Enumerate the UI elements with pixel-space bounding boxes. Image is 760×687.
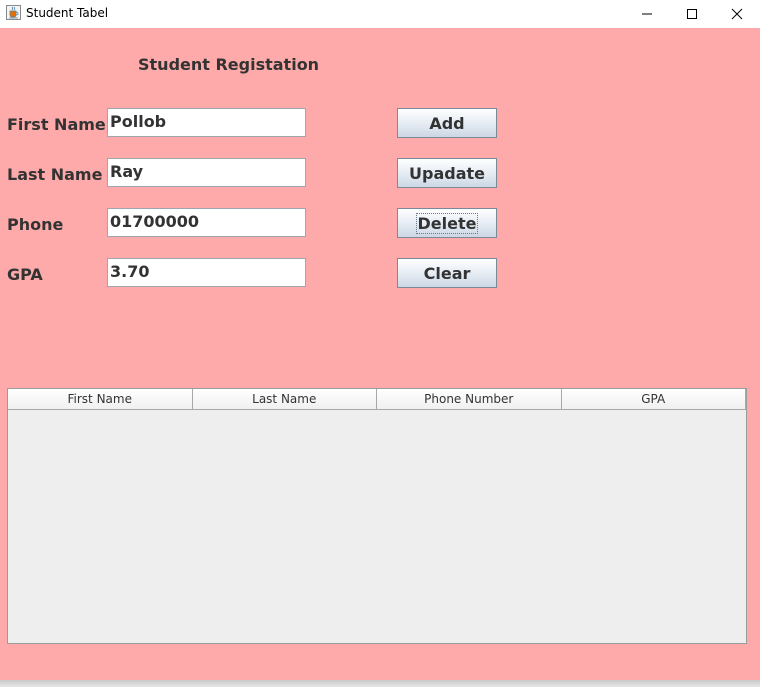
close-button[interactable] xyxy=(714,0,760,28)
window-bottom-edge xyxy=(0,680,760,687)
clear-button[interactable]: Clear xyxy=(397,258,497,288)
maximize-button[interactable] xyxy=(669,0,715,28)
title-bar[interactable]: Student Tabel xyxy=(0,0,760,28)
update-button-label: Upadate xyxy=(409,163,485,183)
student-table[interactable]: First Name Last Name Phone Number GPA xyxy=(7,388,747,644)
first-name-field[interactable]: Pollob xyxy=(107,108,306,137)
window-title: Student Tabel xyxy=(26,6,109,20)
column-header-first-name[interactable]: First Name xyxy=(8,389,193,409)
first-name-label: First Name xyxy=(7,115,106,134)
minimize-button[interactable] xyxy=(624,0,670,28)
delete-button[interactable]: Delete xyxy=(397,208,497,238)
content-panel: Student Registation First Name Pollob La… xyxy=(0,28,760,680)
maximize-icon xyxy=(687,9,697,19)
update-button[interactable]: Upadate xyxy=(397,158,497,188)
form-heading: Student Registation xyxy=(138,55,320,74)
table-header: First Name Last Name Phone Number GPA xyxy=(8,389,746,410)
column-header-gpa[interactable]: GPA xyxy=(562,389,746,409)
close-icon xyxy=(731,8,743,20)
column-header-phone-number[interactable]: Phone Number xyxy=(377,389,562,409)
add-button[interactable]: Add xyxy=(397,108,497,138)
clear-button-label: Clear xyxy=(423,263,471,283)
last-name-field[interactable]: Ray xyxy=(107,158,306,187)
phone-field[interactable]: 01700000 xyxy=(107,208,306,237)
last-name-label: Last Name xyxy=(7,165,103,184)
delete-button-label: Delete xyxy=(415,212,479,234)
app-window: Student Tabel Student Registation First … xyxy=(0,0,760,687)
phone-label: Phone xyxy=(7,215,64,234)
minimize-icon xyxy=(642,13,652,15)
column-header-last-name[interactable]: Last Name xyxy=(193,389,377,409)
add-button-label: Add xyxy=(429,113,465,133)
table-body[interactable] xyxy=(8,410,746,644)
gpa-field[interactable]: 3.70 xyxy=(107,258,306,287)
java-cup-icon xyxy=(6,5,21,20)
gpa-label: GPA xyxy=(7,265,43,284)
